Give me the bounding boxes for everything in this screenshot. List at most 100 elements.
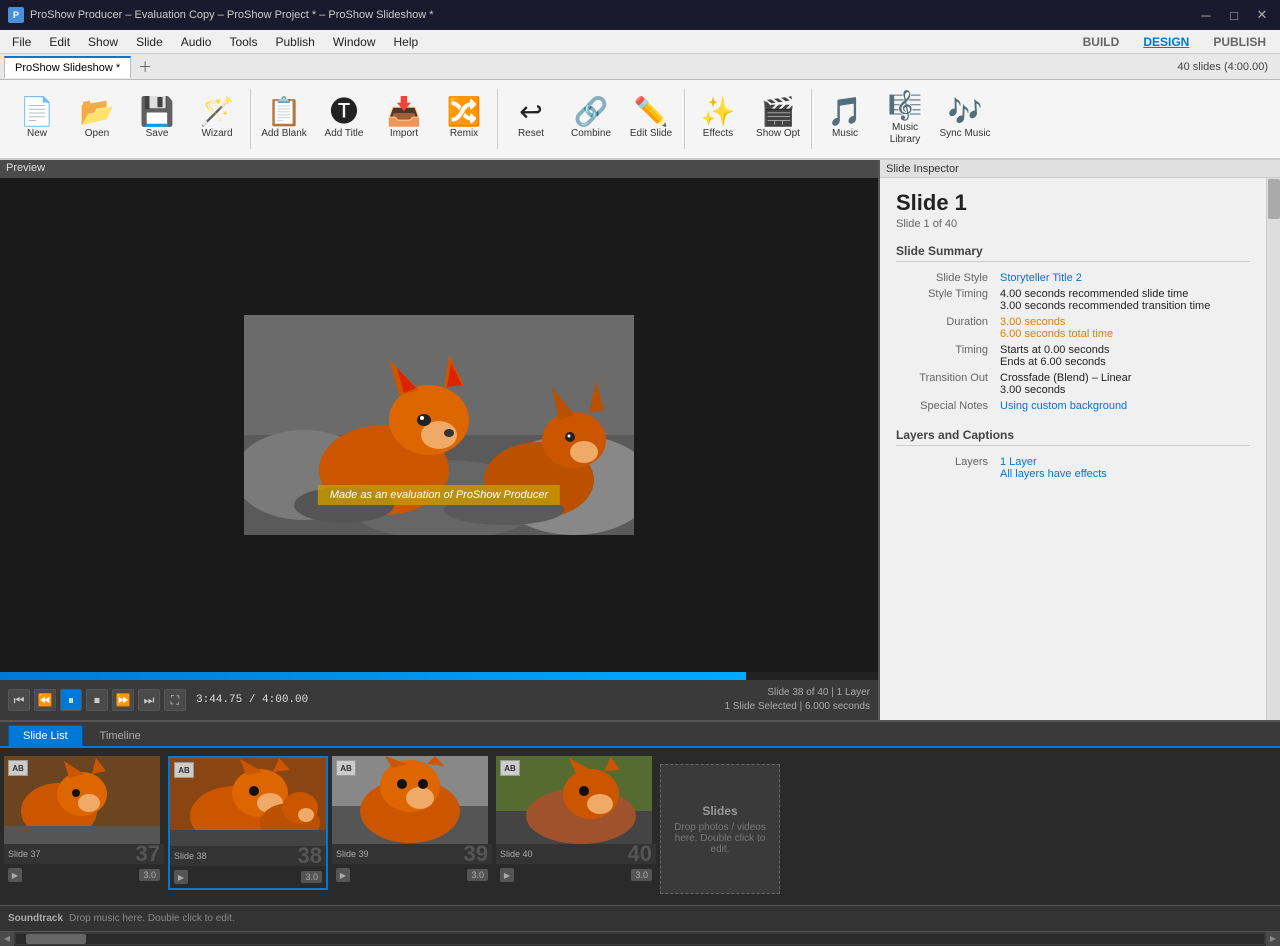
preview-progress-bar[interactable]	[0, 672, 878, 680]
slide-thumb-38[interactable]: AB Slide 38 38 ▶ 3.0	[168, 756, 328, 890]
slide-summary-table: Slide Style Storyteller Title 2 Style Ti…	[896, 270, 1250, 414]
toolbar-save[interactable]: 💾 Save	[128, 84, 186, 154]
toolbar-music-library[interactable]: 🎼 Music Library	[876, 84, 934, 154]
menu-publish[interactable]: Publish	[267, 33, 322, 51]
scroll-right-button[interactable]: ▶	[1266, 932, 1280, 946]
toolbar-new[interactable]: 📄 New	[8, 84, 66, 154]
slide-big-num-38: 38	[298, 843, 322, 869]
layers-captions-title: Layers and Captions	[896, 428, 1250, 446]
h-scrollbar[interactable]: ◀ ▶	[0, 931, 1280, 945]
remix-label: Remix	[450, 128, 478, 140]
bottom-area: Slide List Timeline AB Slide 37	[0, 720, 1280, 945]
slide-name-37: Slide 37	[8, 849, 41, 859]
design-button[interactable]: DESIGN	[1133, 33, 1199, 51]
maximize-button[interactable]: □	[1224, 5, 1244, 25]
slide-thumb-39[interactable]: AB Slide 39 39 ▶ 3.0	[332, 756, 492, 886]
slides-drop-zone[interactable]: Slides Drop photos / videos here. Double…	[660, 764, 780, 894]
toolbar-separator-4	[811, 89, 812, 149]
titlebar-controls[interactable]: ─ □ ✕	[1196, 5, 1272, 25]
play-button-40[interactable]: ▶	[500, 868, 514, 882]
slide-thumb-40[interactable]: AB Slide 40 40 ▶ 3.0	[496, 756, 656, 886]
slide-name-38: Slide 38	[174, 851, 207, 861]
sync-music-label: Sync Music	[939, 128, 990, 140]
toolbar-add-blank[interactable]: 📋 Add Blank	[255, 84, 313, 154]
thumb-controls-40: ▶ 3.0	[496, 864, 656, 886]
layers-effects[interactable]: All layers have effects	[1000, 468, 1107, 480]
menubar: File Edit Show Slide Audio Tools Publish…	[0, 30, 1280, 54]
fullscreen-button[interactable]: ⛶	[164, 689, 186, 711]
toolbar-open[interactable]: 📂 Open	[68, 84, 126, 154]
play-button-37[interactable]: ▶	[8, 868, 22, 882]
inspector-scrollbar[interactable]	[1266, 178, 1280, 720]
open-icon: 📂	[80, 98, 115, 126]
tab-slide-list[interactable]: Slide List	[8, 725, 83, 746]
menu-audio[interactable]: Audio	[173, 33, 220, 51]
thumb-controls-39: ▶ 3.0	[332, 864, 492, 886]
inspector-title: Slide Inspector	[880, 160, 1280, 178]
scroll-thumb[interactable]	[26, 934, 86, 944]
slides-count: 40 slides (4:00.00)	[1178, 61, 1277, 73]
toolbar-wizard[interactable]: 🪄 Wizard	[188, 84, 246, 154]
music-library-icon: 🎼	[888, 92, 923, 120]
rewind-button[interactable]: ⏮	[8, 689, 30, 711]
ffwd-button[interactable]: ⏭	[138, 689, 160, 711]
toolbar-reset[interactable]: ↩ Reset	[502, 84, 560, 154]
style-value[interactable]: Storyteller Title 2	[1000, 272, 1082, 284]
toolbar-import[interactable]: 📥 Import	[375, 84, 433, 154]
minimize-button[interactable]: ─	[1196, 5, 1216, 25]
back-button[interactable]: ⏪	[34, 689, 56, 711]
new-label: New	[27, 128, 47, 140]
toolbar-remix[interactable]: 🔀 Remix	[435, 84, 493, 154]
close-button[interactable]: ✕	[1252, 5, 1272, 25]
build-design-publish: BUILD DESIGN PUBLISH	[1073, 33, 1276, 51]
toolbar-show-opt[interactable]: 🎬 Show Opt	[749, 84, 807, 154]
combine-icon: 🔗	[574, 98, 609, 126]
preview-panel: Preview	[0, 160, 880, 720]
toolbar-sync-music[interactable]: 🎶 Sync Music	[936, 84, 994, 154]
toolbar-edit-slide[interactable]: ✏️ Edit Slide	[622, 84, 680, 154]
scroll-track[interactable]	[16, 934, 1264, 944]
pause-button[interactable]: ⏸	[60, 689, 82, 711]
slide-thumb-37[interactable]: AB Slide 37 37 ▶ 3.0	[4, 756, 164, 886]
toolbar-effects[interactable]: ✨ Effects	[689, 84, 747, 154]
toolbar-combine[interactable]: 🔗 Combine	[562, 84, 620, 154]
show-opt-label: Show Opt	[756, 128, 800, 140]
publish-button[interactable]: PUBLISH	[1203, 33, 1276, 51]
menu-slide[interactable]: Slide	[128, 33, 171, 51]
menu-file[interactable]: File	[4, 33, 39, 51]
tab-timeline[interactable]: Timeline	[85, 725, 156, 746]
tab-proshow-slideshow[interactable]: ProShow Slideshow *	[4, 56, 131, 78]
play-button-39[interactable]: ▶	[336, 868, 350, 882]
add-title-label: Add Title	[325, 128, 364, 140]
menu-show[interactable]: Show	[80, 33, 126, 51]
soundtrack-label: Soundtrack	[8, 913, 63, 924]
toolbar-music[interactable]: 🎵 Music	[816, 84, 874, 154]
notes-value[interactable]: Using custom background	[1000, 400, 1127, 412]
main-layout: Preview	[0, 160, 1280, 720]
edit-slide-icon: ✏️	[634, 98, 669, 126]
preview-progress-fill[interactable]	[0, 672, 746, 680]
menu-tools[interactable]: Tools	[221, 33, 265, 51]
add-blank-icon: 📋	[267, 98, 302, 126]
play-button-38[interactable]: ▶	[174, 870, 188, 884]
inspector-scroll-thumb[interactable]	[1268, 179, 1280, 219]
stop-button[interactable]: ⏹	[86, 689, 108, 711]
add-title-icon: 🅣	[330, 98, 358, 126]
duration-total-link[interactable]: 6.00 seconds total time	[1000, 328, 1113, 340]
menu-edit[interactable]: Edit	[41, 33, 78, 51]
scroll-left-button[interactable]: ◀	[0, 932, 14, 946]
sync-music-icon: 🎶	[948, 98, 983, 126]
music-label: Music	[832, 128, 858, 140]
menu-window[interactable]: Window	[325, 33, 384, 51]
layers-count[interactable]: 1 Layer	[1000, 456, 1037, 468]
tab-add-button[interactable]: ＋	[135, 57, 155, 77]
build-button[interactable]: BUILD	[1073, 33, 1130, 51]
style-label: Slide Style	[896, 270, 996, 286]
show-opt-icon: 🎬	[761, 98, 796, 126]
toolbar-add-title[interactable]: 🅣 Add Title	[315, 84, 373, 154]
slide-summary-title: Slide Summary	[896, 244, 1250, 262]
duration-link[interactable]: 3.00 seconds	[1000, 316, 1065, 328]
timing-label: Timing	[896, 342, 996, 370]
forward-button[interactable]: ⏩	[112, 689, 134, 711]
menu-help[interactable]: Help	[386, 33, 427, 51]
